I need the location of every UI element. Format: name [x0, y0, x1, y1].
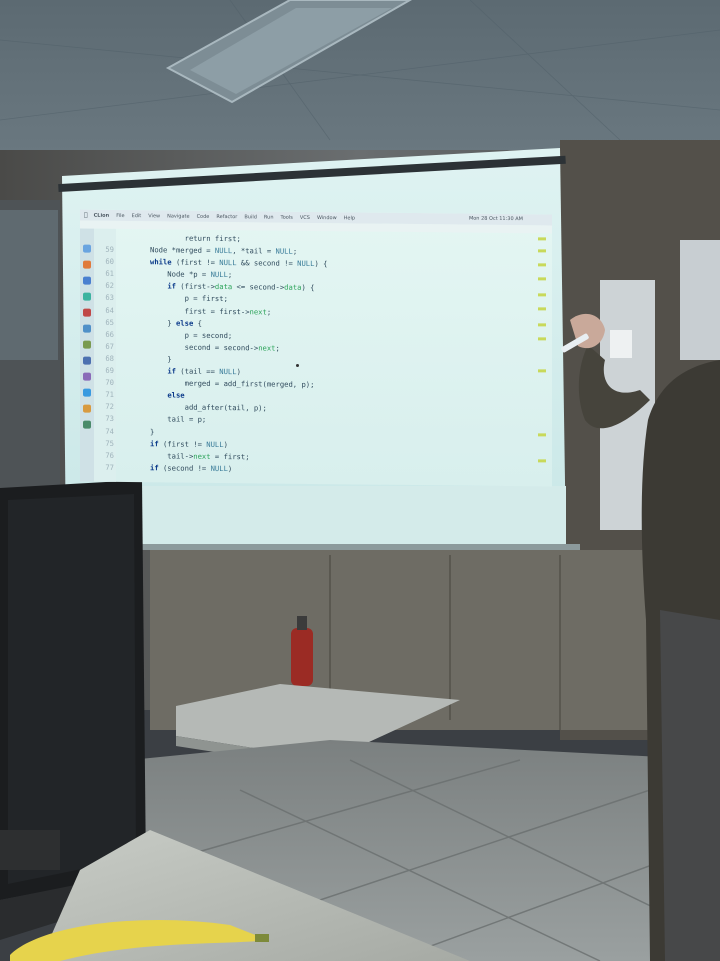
- dock-icon[interactable]: [83, 420, 91, 429]
- line-number: 71: [105, 390, 114, 400]
- menu-edit[interactable]: Edit: [132, 213, 142, 219]
- menu-tools[interactable]: Tools: [281, 214, 293, 220]
- code-text: if (first != NULL): [150, 438, 228, 449]
- code-text: } else {: [150, 317, 202, 328]
- line-number: 65: [105, 317, 114, 327]
- projected-slide:  CLion File Edit View Navigate Code Ref…: [80, 209, 552, 487]
- code-text: Node *merged = NULL, *tail = NULL;: [150, 245, 298, 256]
- dock-icon[interactable]: [83, 260, 91, 269]
- menu-code[interactable]: Code: [197, 213, 210, 219]
- code-text: add_after(tail, p);: [150, 402, 267, 413]
- line-number: 59: [105, 244, 114, 254]
- code-text: tail = p;: [150, 414, 207, 425]
- code-text: p = second;: [150, 330, 233, 340]
- line-number: 68: [105, 353, 114, 363]
- menu-run[interactable]: Run: [264, 214, 274, 220]
- line-number: 69: [105, 365, 114, 375]
- line-number: 66: [105, 329, 114, 339]
- line-number: 62: [105, 281, 114, 291]
- code-text: if (second != NULL): [150, 463, 233, 473]
- code-text: if (first->data <= second->data) {: [167, 281, 315, 293]
- code-text: while (first != NULL && second != NULL) …: [150, 257, 328, 269]
- line-number: 73: [105, 414, 114, 424]
- dock-icon[interactable]: [83, 276, 91, 285]
- code-text: return first;: [184, 233, 241, 244]
- fire-extinguisher: [291, 628, 313, 686]
- line-number: 61: [105, 269, 114, 279]
- line-number: 70: [105, 377, 114, 388]
- line-number: 60: [105, 256, 114, 267]
- side-dock: [80, 228, 94, 482]
- mouse-cursor: [296, 364, 299, 367]
- dock-icon[interactable]: [83, 292, 91, 301]
- code-text: }: [150, 426, 155, 436]
- dock-icon[interactable]: [83, 388, 91, 397]
- code-text: tail->next = first;: [150, 450, 250, 461]
- menubar-clock: Mon 28 Oct 11:30 AM: [468, 215, 523, 223]
- code-editor[interactable]: return first; 59 Node *merged = NULL, *tai…: [94, 232, 534, 478]
- menu-window[interactable]: Window: [317, 215, 337, 221]
- dock-icon[interactable]: [83, 372, 91, 381]
- line-number: 76: [105, 450, 114, 460]
- code-text: merged = add_first(merged, p);: [150, 378, 315, 390]
- line-number: 77: [105, 462, 114, 472]
- menu-view[interactable]: View: [148, 213, 160, 219]
- error-stripe[interactable]: [538, 233, 546, 486]
- code-text: first = first->next;: [150, 305, 272, 317]
- app-menu[interactable]: CLion: [94, 212, 110, 218]
- dock-icon[interactable]: [83, 324, 91, 333]
- code-text: }: [150, 354, 172, 364]
- menu-help[interactable]: Help: [344, 215, 355, 221]
- code-text: p = first;: [150, 293, 228, 304]
- dock-icon[interactable]: [83, 340, 91, 349]
- line-number: 72: [105, 402, 114, 412]
- line-number: 75: [105, 438, 114, 448]
- line-number: 74: [105, 426, 114, 436]
- code-text: Node *p = NULL;: [150, 269, 233, 280]
- code-text: else: [167, 390, 185, 400]
- dock-icon[interactable]: [83, 404, 91, 413]
- menu-build[interactable]: Build: [244, 214, 257, 220]
- dock-icon[interactable]: [83, 356, 91, 365]
- menu-vcs[interactable]: VCS: [300, 214, 310, 220]
- menu-refactor[interactable]: Refactor: [216, 213, 237, 219]
- line-number: 63: [105, 293, 114, 303]
- code-text: if (tail == NULL): [167, 366, 241, 377]
- line-number: 67: [105, 341, 114, 351]
- dock-icon[interactable]: [83, 308, 91, 317]
- code-text: second = second->next;: [150, 342, 280, 353]
- menu-navigate[interactable]: Navigate: [167, 213, 189, 219]
- apple-icon[interactable]: : [84, 212, 88, 219]
- menu-file[interactable]: File: [116, 212, 124, 218]
- line-number: 64: [105, 305, 114, 315]
- dock-icon[interactable]: [83, 244, 91, 253]
